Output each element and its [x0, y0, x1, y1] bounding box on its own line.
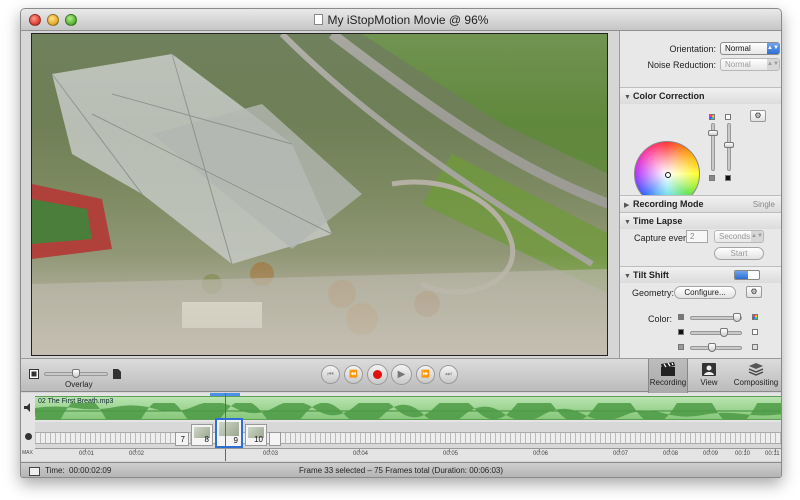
- frame-thumbnail[interactable]: 7: [175, 432, 189, 446]
- configure-button[interactable]: Configure...: [674, 286, 736, 299]
- frames-track[interactable]: 7 8 9 10: [35, 418, 781, 448]
- window-title: My iStopMotion Movie @ 96%: [21, 13, 781, 27]
- recording-tool-button[interactable]: Recording: [648, 359, 688, 393]
- rewind-icon: ⏪: [349, 371, 358, 378]
- current-frame-thumbnail[interactable]: 9: [215, 418, 243, 448]
- frame-ticks: [35, 432, 781, 444]
- orientation-label: Orientation:: [669, 44, 716, 54]
- noise-reduction-label: Noise Reduction:: [647, 60, 716, 70]
- speaker-icon: [24, 403, 30, 412]
- overlay-slider-knob[interactable]: [72, 369, 80, 378]
- tilt-shift-gear-button[interactable]: ⚙: [746, 286, 762, 298]
- color-wheel-handle[interactable]: [665, 172, 671, 178]
- play-button[interactable]: ▶: [391, 364, 412, 385]
- tilt-shift-contrast-slider[interactable]: [690, 346, 742, 350]
- popup-arrows-icon: ▲▼: [751, 231, 763, 242]
- document-icon: [313, 14, 323, 25]
- go-to-start-button[interactable]: ⏮: [321, 365, 340, 384]
- geometry-label: Geometry:: [632, 288, 675, 298]
- inspector-panel: Orientation: Normal ▲▼ Noise Reduction: …: [619, 31, 781, 358]
- color-correction-gear-button[interactable]: ⚙: [750, 110, 766, 122]
- tilt-shift-contrast-knob[interactable]: [708, 343, 716, 352]
- frame-thumbnail[interactable]: 8: [191, 424, 213, 446]
- skip-forward-icon: ⏭: [445, 371, 452, 378]
- view-icon: [702, 363, 716, 376]
- title-bar: My iStopMotion Movie @ 96%: [21, 9, 781, 31]
- disclosure-open-icon: ▼: [624, 94, 631, 101]
- main-window: My iStopMotion Movie @ 96% Orientation: …: [20, 8, 782, 478]
- tilt-shift-brightness-slider[interactable]: [690, 331, 742, 335]
- camera-preview[interactable]: [31, 33, 608, 356]
- color-swatch-icon: [752, 314, 758, 320]
- fast-forward-icon: ⏩: [421, 371, 430, 378]
- time-ruler: 00:01 00:02 00:03 00:04 00:05 00:06 00:0…: [35, 448, 781, 460]
- tilt-shift-brightness-knob[interactable]: [720, 328, 728, 337]
- live-image-icon: [113, 369, 121, 379]
- color-label: Color:: [648, 314, 673, 324]
- zoom-label: MAX: [22, 450, 33, 456]
- capture-unit-popup[interactable]: Seconds ▲▼: [714, 230, 764, 243]
- control-bar: Overlay ⏮ ⏪ ▶ ⏩ ⏭ Recording View Composi…: [21, 358, 781, 393]
- white-swatch-icon: [752, 329, 758, 335]
- audio-waveform: [35, 403, 781, 419]
- step-forward-button[interactable]: ⏩: [416, 365, 435, 384]
- compositing-tool-button[interactable]: Compositing: [731, 359, 781, 393]
- layers-icon: [748, 363, 764, 376]
- skip-back-icon: ⏮: [327, 371, 334, 378]
- step-back-button[interactable]: ⏪: [344, 365, 363, 384]
- frame-thumbnail[interactable]: 10: [245, 424, 267, 446]
- record-icon: [373, 370, 382, 379]
- popup-arrows-icon: ▲▼: [767, 59, 779, 70]
- recording-mode-header[interactable]: ▶ Recording Mode Single: [620, 195, 781, 212]
- tilt-shift-saturation-knob[interactable]: [733, 313, 741, 322]
- capture-interval-field[interactable]: 2: [686, 230, 708, 243]
- black-swatch-icon: [725, 175, 731, 181]
- contrast-low-icon: [678, 344, 684, 350]
- disclosure-open-icon: ▼: [624, 219, 631, 226]
- view-tool-button[interactable]: View: [689, 359, 729, 393]
- go-to-end-button[interactable]: ⏭: [439, 365, 458, 384]
- recording-mode-value: Single: [752, 200, 775, 209]
- color-correction-header[interactable]: ▼ Color Correction: [620, 87, 781, 104]
- noise-reduction-row: Noise Reduction: Normal ▲▼: [620, 57, 781, 75]
- disclosure-open-icon: ▼: [624, 273, 631, 280]
- timeline[interactable]: 02 The First Breath.mp3 7 8 9 10 MAX 00:…: [21, 393, 781, 461]
- black-swatch-icon: [678, 329, 684, 335]
- time-lapse-start-button[interactable]: Start: [714, 247, 764, 260]
- gray-swatch-icon: [709, 175, 715, 181]
- frame-info: Frame 33 selected – 75 Frames total (Dur…: [298, 466, 504, 475]
- color-swatch-icon: [709, 114, 715, 120]
- play-icon: ▶: [397, 369, 406, 380]
- tilt-shift-toggle[interactable]: [734, 270, 760, 280]
- capture-every-label: Capture every:: [634, 233, 694, 243]
- noise-reduction-popup[interactable]: Normal ▲▼: [720, 58, 780, 71]
- overlay-label: Overlay: [65, 380, 93, 389]
- orientation-popup[interactable]: Normal ▲▼: [720, 42, 780, 55]
- brightness-slider-knob[interactable]: [724, 142, 734, 148]
- contrast-high-icon: [752, 344, 758, 350]
- status-bar: Time: 00:00:02:09 Frame 33 selected – 75…: [21, 462, 781, 477]
- preview-image: [32, 34, 607, 355]
- time-lapse-header[interactable]: ▼ Time Lapse: [620, 212, 781, 229]
- frame-thumbnail[interactable]: [269, 432, 281, 446]
- camera-track-icon: [25, 433, 32, 440]
- saturation-slider-knob[interactable]: [708, 130, 718, 136]
- audio-track[interactable]: 02 The First Breath.mp3: [35, 396, 781, 420]
- clapperboard-icon: [661, 362, 675, 376]
- white-swatch-icon: [725, 114, 731, 120]
- disclosure-closed-icon: ▶: [624, 202, 630, 209]
- gray-swatch-icon: [678, 314, 684, 320]
- filmstrip-icon: [29, 369, 39, 379]
- popup-arrows-icon: ▲▼: [767, 43, 779, 54]
- record-button[interactable]: [367, 364, 388, 385]
